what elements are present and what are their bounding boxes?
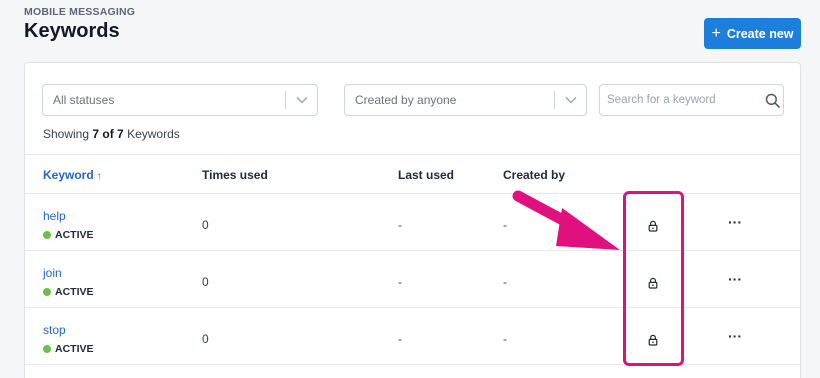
results-summary: Showing 7 of 7 Keywords xyxy=(43,127,180,141)
keyword-link[interactable]: help xyxy=(43,209,66,223)
times-used-cell: 0 xyxy=(202,332,209,346)
page-title: Keywords xyxy=(24,20,120,42)
created-by-cell: - xyxy=(503,218,507,232)
create-new-label: Create new xyxy=(726,26,794,41)
last-used-cell: - xyxy=(398,332,402,346)
table-header: Keyword ↑ Times used Last used Created by xyxy=(25,154,800,194)
lock-icon xyxy=(647,333,659,346)
column-keyword-label: Keyword xyxy=(43,168,94,182)
keywords-card: All statuses Created by anyone Showing 7… xyxy=(24,62,801,378)
summary-prefix: Showing xyxy=(43,127,90,141)
times-used-cell: 0 xyxy=(202,218,209,232)
status-badge: ACTIVE xyxy=(43,286,94,298)
keyword-link[interactable]: stop xyxy=(43,323,66,337)
creator-filter-value: Created by anyone xyxy=(355,93,457,107)
lock-icon xyxy=(647,276,659,289)
chevron-down-icon xyxy=(286,96,317,104)
chevron-down-icon xyxy=(555,96,586,104)
status-label: ACTIVE xyxy=(55,229,94,241)
status-label: ACTIVE xyxy=(55,343,94,355)
create-new-button[interactable]: + Create new xyxy=(704,18,801,49)
more-horizontal-icon: ··· xyxy=(728,214,742,230)
more-horizontal-icon: ··· xyxy=(728,328,742,344)
table-row: help ACTIVE 0 - - ··· xyxy=(25,194,800,251)
created-by-cell: - xyxy=(503,275,507,289)
table-row: stop ACTIVE 0 - - ··· xyxy=(25,308,800,365)
last-used-cell: - xyxy=(398,275,402,289)
section-eyebrow: MOBILE MESSAGING xyxy=(24,6,136,18)
keyword-search-box xyxy=(599,84,784,116)
lock-icon xyxy=(647,219,659,232)
search-input[interactable] xyxy=(600,94,761,106)
status-dot xyxy=(43,345,51,353)
creator-filter-select[interactable]: Created by anyone xyxy=(344,84,587,116)
status-dot xyxy=(43,231,51,239)
column-header-created-by: Created by xyxy=(503,168,566,182)
times-used-cell: 0 xyxy=(202,275,209,289)
status-badge: ACTIVE xyxy=(43,229,94,241)
arrow-up-icon: ↑ xyxy=(96,171,102,182)
status-badge: ACTIVE xyxy=(43,343,94,355)
column-header-last-used: Last used xyxy=(398,168,455,182)
status-dot xyxy=(43,288,51,296)
status-label: ACTIVE xyxy=(55,286,94,298)
more-horizontal-icon: ··· xyxy=(728,271,742,287)
column-header-times-used: Times used xyxy=(202,168,268,182)
table-row: join ACTIVE 0 - - ··· xyxy=(25,251,800,308)
column-header-keyword[interactable]: Keyword ↑ xyxy=(43,168,102,182)
status-filter-value: All statuses xyxy=(53,93,115,107)
plus-icon: + xyxy=(711,24,721,42)
search-icon[interactable] xyxy=(761,93,783,108)
more-actions-button[interactable]: ··· xyxy=(725,214,745,230)
summary-suffix: Keywords xyxy=(127,127,180,141)
summary-count: 7 of 7 xyxy=(92,127,124,141)
keyword-link[interactable]: join xyxy=(43,266,62,280)
more-actions-button[interactable]: ··· xyxy=(725,271,745,287)
more-actions-button[interactable]: ··· xyxy=(725,328,745,344)
created-by-cell: - xyxy=(503,332,507,346)
last-used-cell: - xyxy=(398,218,402,232)
status-filter-select[interactable]: All statuses xyxy=(42,84,318,116)
